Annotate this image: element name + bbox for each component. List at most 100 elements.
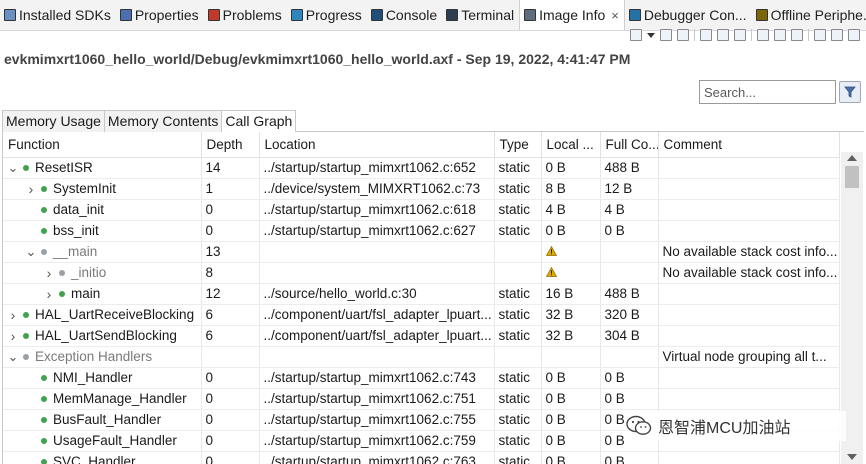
view-toolbar	[630, 27, 860, 43]
depth-cell: 6	[201, 325, 260, 347]
column-header-function[interactable]: Function	[3, 132, 202, 158]
tab-label: Image Info	[539, 7, 606, 23]
debugger-console-icon	[628, 9, 641, 21]
toolbar-separator	[694, 29, 695, 41]
table-row[interactable]: › HAL_UartReceiveBlocking 6 ../component/ua…	[3, 304, 840, 326]
tab-problems[interactable]: Problems	[204, 0, 287, 30]
warning-icon	[545, 244, 557, 256]
depth-cell: 8	[201, 262, 260, 284]
depth-cell: 0	[201, 451, 260, 464]
local-cell: 32 B	[541, 304, 601, 326]
expand-open-icon[interactable]: ⌄	[7, 161, 19, 174]
comment-cell	[658, 451, 840, 464]
filter-button[interactable]	[839, 81, 861, 103]
expand-closed-icon[interactable]: ›	[43, 286, 55, 302]
table-row[interactable]: ⌄ __main 13 No available stack cost info...	[3, 241, 840, 263]
tab-memory-usage[interactable]: Memory Usage	[2, 110, 105, 132]
table-row[interactable]: › SystemInit 1 ../device/system_MIMXRT1062.…	[3, 178, 840, 200]
depth-cell: 0	[201, 199, 260, 221]
hex-icon[interactable]	[717, 29, 729, 41]
tab-image-info[interactable]: Image Info ×	[519, 0, 625, 30]
function-name: ResetISR	[35, 160, 93, 175]
table-row[interactable]: ⌄ Exception Handlers Virtual node grouping…	[3, 346, 840, 368]
maximize-icon[interactable]	[848, 29, 860, 41]
copy-icon[interactable]	[660, 29, 672, 41]
expand-open-icon[interactable]: ⌄	[25, 245, 37, 258]
column-header-type[interactable]: Type	[494, 132, 542, 158]
local-cell: 0 B	[541, 451, 601, 464]
table-row[interactable]: data_init 0 ../startup/startup_mimxrt1062.…	[3, 199, 840, 221]
type-cell	[494, 262, 542, 284]
scroll-thumb[interactable]	[845, 166, 859, 188]
expand-closed-icon[interactable]: ›	[7, 328, 19, 344]
table-row[interactable]: NMI_Handler 0 ../startup/startup_mimxrt106…	[3, 367, 840, 389]
view-menu-dropdown-icon[interactable]	[647, 32, 655, 38]
function-name: Exception Handlers	[35, 349, 153, 364]
column-header-depth[interactable]: Depth	[201, 132, 260, 158]
find-icon[interactable]	[734, 29, 746, 41]
table-row[interactable]: MemManage_Handler 0 ../startup/startup_mim…	[3, 388, 840, 410]
pin-icon[interactable]	[814, 29, 826, 41]
tab-progress[interactable]: Progress	[287, 0, 367, 30]
tab-label: Terminal	[461, 7, 515, 23]
search-input[interactable]	[699, 80, 836, 104]
table-icon[interactable]	[774, 29, 786, 41]
table-row[interactable]: SVC_Handler 0 ../startup/startup_mimxrt106…	[3, 451, 840, 464]
scroll-down-icon[interactable]	[847, 454, 857, 460]
function-node-icon	[59, 290, 65, 297]
type-cell: static	[494, 388, 542, 410]
tab-offline-periphe[interactable]: Offline Periphe...	[752, 0, 866, 30]
function-cell: BusFault_Handler	[3, 409, 202, 431]
table-row[interactable]: › _initio 8 No available stack cost info...	[3, 262, 840, 284]
function-cell: bss_init	[3, 220, 202, 242]
tab-properties[interactable]: Properties	[116, 0, 204, 30]
depth-cell: 0	[201, 367, 260, 389]
link-icon[interactable]	[677, 29, 689, 41]
scroll-up-icon[interactable]	[847, 155, 857, 161]
table-row[interactable]: › HAL_UartSendBlocking 6 ../component/uart/…	[3, 325, 840, 347]
function-cell: SVC_Handler	[3, 451, 202, 464]
function-cell: › HAL_UartReceiveBlocking	[3, 304, 202, 326]
expand-open-icon[interactable]: ⌄	[7, 350, 19, 363]
sdk-icon	[4, 9, 16, 21]
tab-console[interactable]: Console	[367, 0, 442, 30]
import-icon[interactable]	[630, 29, 642, 41]
local-cell: 0 B	[541, 220, 601, 242]
table-row[interactable]: bss_init 0 ../startup/startup_mimxrt1062.c…	[3, 220, 840, 242]
document-icon[interactable]	[700, 29, 712, 41]
function-name: HAL_UartSendBlocking	[35, 328, 177, 343]
tab-memory-contents[interactable]: Memory Contents	[103, 110, 223, 132]
depth-cell: 0	[201, 409, 260, 431]
tab-debugger-con[interactable]: Debugger Con...	[625, 0, 752, 30]
function-node-icon	[41, 395, 47, 402]
console-icon	[370, 9, 383, 21]
location-cell: ../source/hello_world.c:30	[259, 283, 495, 305]
close-tab-icon[interactable]: ×	[611, 8, 619, 23]
column-header-full-co[interactable]: Full Co...	[600, 132, 659, 158]
table-row[interactable]: › main 12 ../source/hello_world.c:30 static 1…	[3, 283, 840, 305]
image-icon[interactable]	[757, 29, 769, 41]
comment-cell	[658, 283, 840, 305]
expand-closed-icon[interactable]: ›	[7, 307, 19, 323]
local-cell: 0 B	[541, 367, 601, 389]
watermark: 恩智浦MCU加油站	[626, 411, 846, 441]
tab-terminal[interactable]: Terminal	[442, 0, 519, 30]
minimize-icon[interactable]	[831, 29, 843, 41]
function-node-icon	[41, 458, 47, 464]
column-header-local[interactable]: Local ...	[541, 132, 601, 158]
column-header-comment[interactable]: Comment	[658, 132, 840, 158]
expand-closed-icon[interactable]: ›	[25, 181, 37, 197]
group-icon[interactable]	[791, 29, 803, 41]
virtual-node-icon	[59, 269, 65, 276]
column-header-location[interactable]: Location	[259, 132, 495, 158]
function-name: HAL_UartReceiveBlocking	[35, 307, 195, 322]
full-cell: 0 B	[600, 451, 659, 464]
tab-label: Console	[385, 7, 438, 23]
tab-installed-sdks[interactable]: Installed SDKs	[0, 0, 116, 30]
table-row[interactable]: ⌄ ResetISR 14 ../startup/startup_mimxrt1062…	[3, 157, 840, 179]
function-cell: NMI_Handler	[3, 367, 202, 389]
full-cell	[600, 262, 659, 284]
expand-closed-icon[interactable]: ›	[43, 265, 55, 281]
comment-cell	[658, 199, 840, 221]
tab-call-graph[interactable]: Call Graph	[221, 110, 297, 133]
